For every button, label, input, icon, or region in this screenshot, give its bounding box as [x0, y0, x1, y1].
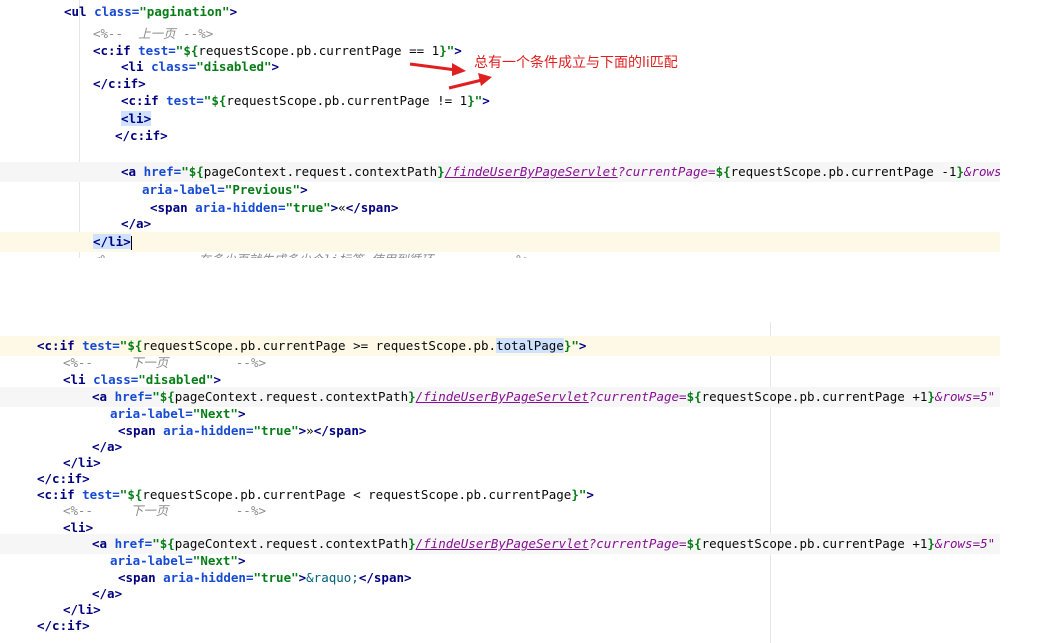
- annotation-arrow-lower-head: [478, 73, 492, 86]
- annotation-arrow-upper: [409, 62, 457, 72]
- annotation-note: 总有一个条件成立与下面的li匹配: [474, 55, 678, 71]
- annotation-arrows: [409, 62, 492, 90]
- annotation-arrow-upper-head: [452, 63, 466, 76]
- annotation-arrow-lower: [448, 78, 483, 90]
